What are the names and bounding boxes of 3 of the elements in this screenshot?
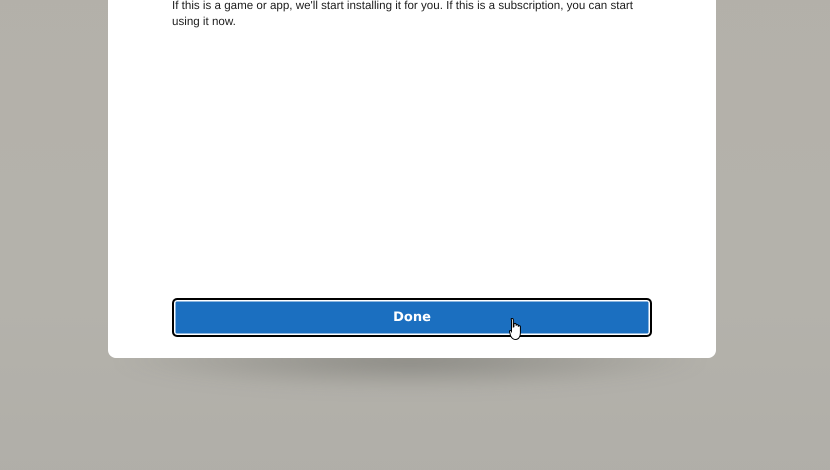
dialog-message: If this is a game or app, we'll start installing it for you. If this is a subscription, you can start using it now. bbox=[172, 0, 634, 30]
hand-cursor-icon bbox=[509, 317, 523, 341]
done-button[interactable]: Done bbox=[172, 298, 652, 337]
